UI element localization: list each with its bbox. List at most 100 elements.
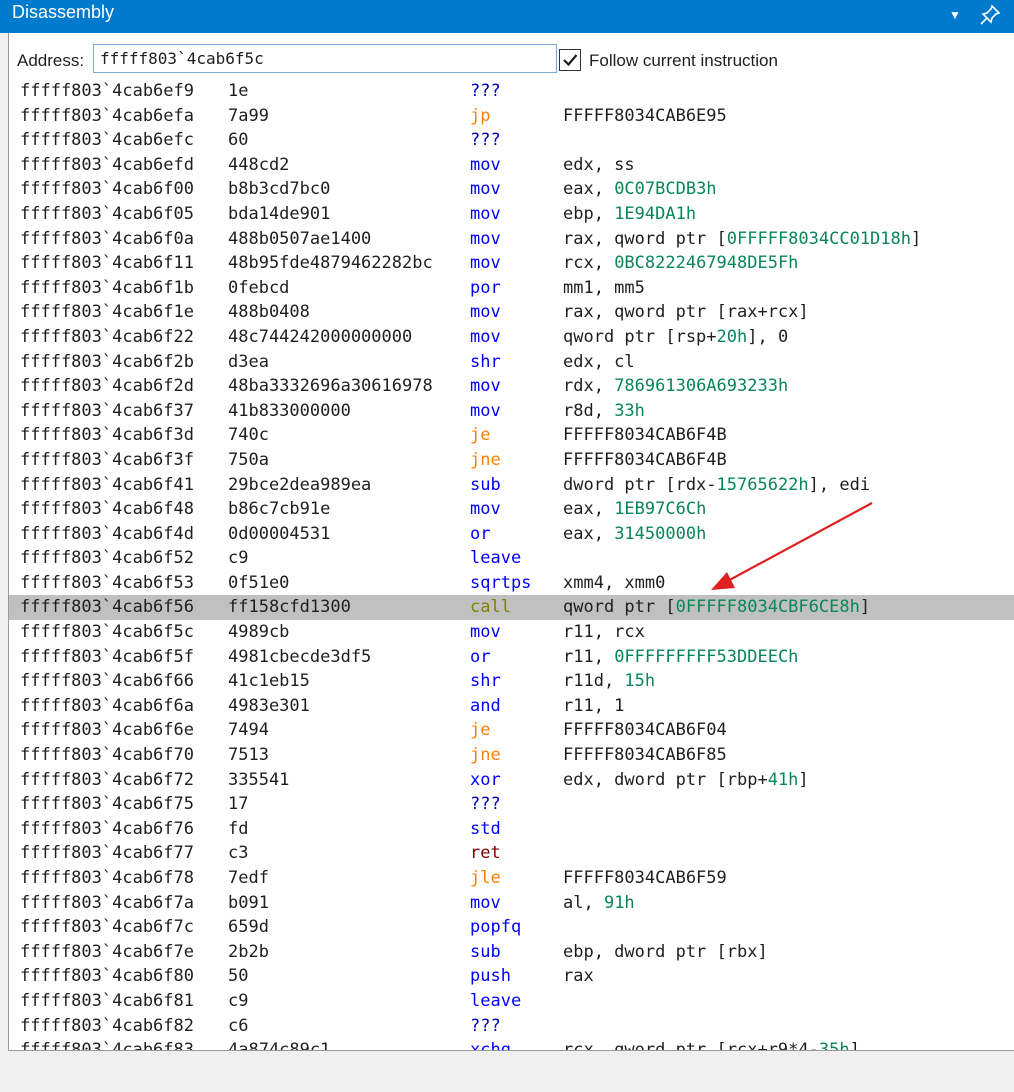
instruction-row[interactable]: fffff803`4cab6f37 41b833000000 mov r8d, 33h	[9, 399, 1014, 424]
operand-literal: 0FFFFFFFFF53DDEECh	[614, 646, 799, 667]
instruction-mnemonic: leave	[470, 990, 522, 1011]
instruction-row[interactable]: fffff803`4cab6f0a 488b0507ae1400 mov rax, q…	[9, 227, 1014, 252]
chevron-down-icon[interactable]: ▼	[944, 4, 966, 26]
instruction-row[interactable]: fffff803`4cab6f2b d3ea shr edx, cl	[9, 350, 1014, 375]
instruction-bytes: b8b3cd7bc0	[228, 179, 331, 200]
instruction-row[interactable]: fffff803`4cab6f22 48c744242000000000 mov qw…	[9, 325, 1014, 350]
instruction-row[interactable]: fffff803`4cab6f7c 659d popfq	[9, 915, 1014, 940]
instruction-row[interactable]: fffff803`4cab6f78 7edf jle FFFFF8034CAB6F59	[9, 866, 1014, 891]
operand-text: eax,	[563, 179, 615, 200]
instruction-row[interactable]: fffff803`4cab6f53 0f51e0 sqrtps xmm4, xmm0	[9, 571, 1014, 596]
operand-text: al,	[563, 892, 604, 913]
follow-current-instruction-checkbox[interactable]	[559, 49, 581, 71]
instruction-address: fffff803`4cab6f2d	[20, 376, 194, 397]
instruction-bytes: bda14de901	[228, 203, 331, 224]
instruction-operands: qword ptr [rsp+20h], 0	[563, 325, 788, 350]
current-instruction-row[interactable]: fffff803`4cab6f56 ff158cfd1300 call qword p…	[9, 595, 1014, 621]
instruction-mnemonic: call	[470, 597, 511, 618]
operand-literal: 15h	[624, 671, 656, 692]
pin-icon[interactable]	[978, 3, 1002, 27]
address-input[interactable]	[93, 44, 557, 73]
instruction-row[interactable]: fffff803`4cab6f4d 0d00004531 or eax, 314500…	[9, 522, 1014, 547]
instruction-row[interactable]: fffff803`4cab6f3d 740c je FFFFF8034CAB6F4B	[9, 423, 1014, 448]
instruction-mnemonic: ???	[470, 81, 501, 101]
instruction-row[interactable]: fffff803`4cab6f05 bda14de901 mov ebp, 1E94D…	[9, 202, 1014, 227]
instruction-row[interactable]: fffff803`4cab6f81 c9 leave	[9, 989, 1014, 1014]
instruction-mnemonic: popfq	[470, 917, 522, 938]
instruction-row[interactable]: fffff803`4cab6f2d 48ba3332696a30616978 mov…	[9, 374, 1014, 399]
instruction-mnemonic: and	[470, 695, 501, 716]
instruction-row[interactable]: fffff803`4cab6f72 335541 xor edx, dword ptr…	[9, 768, 1014, 793]
instruction-row[interactable]: fffff803`4cab6f77 c3 ret	[9, 841, 1014, 866]
instruction-row[interactable]: fffff803`4cab6efa 7a99 jp FFFFF8034CAB6E95	[9, 104, 1014, 129]
instruction-row[interactable]: fffff803`4cab6f76 fd std	[9, 817, 1014, 842]
instruction-operands: qword ptr [0FFFFF8034CBF6CE8h]	[563, 595, 870, 620]
operand-literal: 0FFFFF8034CBF6CE8h	[675, 597, 860, 618]
operand-literal: 33h	[614, 400, 645, 421]
instruction-bytes: c6	[228, 1015, 249, 1036]
instruction-row[interactable]: fffff803`4cab6f5f 4981cbecde3df5 or r11, 0F…	[9, 645, 1014, 670]
instruction-operands: r11, 0FFFFFFFFF53DDEECh	[563, 645, 798, 670]
operand-literal: 41h	[767, 769, 799, 790]
operand-literal: 786961306A693233h	[614, 376, 789, 397]
instruction-row[interactable]: fffff803`4cab6f66 41c1eb15 shr r11d, 15h	[9, 669, 1014, 694]
disassembly-listing[interactable]: fffff803`4cab6ef9 1e??? fffff803`4cab6efa 7…	[9, 79, 1014, 1051]
instruction-operands: r11, rcx	[563, 620, 645, 645]
instruction-bytes: 4983e301	[228, 695, 310, 716]
operand-text: ]	[859, 597, 871, 618]
instruction-mnemonic: mov	[470, 179, 501, 200]
operand-text: dword ptr [rdx-	[563, 474, 717, 495]
instruction-row[interactable]: fffff803`4cab6efd 448cd2 mov edx, ss	[9, 153, 1014, 178]
instruction-bytes: 4989cb	[228, 622, 290, 643]
instruction-bytes: 659d	[228, 917, 269, 938]
window-title: Disassembly	[12, 2, 115, 22]
instruction-operands: edx, ss	[563, 153, 635, 178]
operand-text: r8d,	[563, 400, 615, 421]
instruction-bytes: 4a874c89c1	[228, 1040, 331, 1051]
instruction-row[interactable]: fffff803`4cab6f52 c9 leave	[9, 546, 1014, 571]
instruction-mnemonic: jne	[470, 745, 501, 766]
instruction-row[interactable]: fffff803`4cab6f7e 2b2b sub ebp, dword ptr […	[9, 940, 1014, 965]
instruction-address: fffff803`4cab6f76	[20, 818, 194, 839]
operand-text: edx, dword ptr [rbp+	[563, 769, 768, 790]
instruction-row[interactable]: fffff803`4cab6f48 b86c7cb91e mov eax, 1EB97…	[9, 497, 1014, 522]
instruction-bytes: 488b0408	[228, 302, 310, 323]
instruction-row[interactable]: fffff803`4cab6f1e 488b0408 mov rax, qword p…	[9, 300, 1014, 325]
instruction-row[interactable]: fffff803`4cab6f83 4a874c89c1 xchg rcx, qwor…	[9, 1038, 1014, 1051]
instruction-address: fffff803`4cab6f6a	[20, 695, 194, 716]
operand-text: FFFFF8034CAB6E95	[563, 105, 727, 126]
instruction-address: fffff803`4cab6f37	[20, 400, 194, 421]
instruction-operands: rax	[563, 964, 594, 989]
instruction-row[interactable]: fffff803`4cab6f5c 4989cb mov r11, rcx	[9, 620, 1014, 645]
instruction-row[interactable]: fffff803`4cab6f3f 750a jne FFFFF8034CAB6F4B	[9, 448, 1014, 473]
instruction-mnemonic: sub	[470, 941, 501, 962]
instruction-row[interactable]: fffff803`4cab6f82 c6???	[9, 1014, 1014, 1039]
instruction-bytes: 488b0507ae1400	[228, 228, 372, 249]
instruction-mnemonic: por	[470, 277, 501, 298]
instruction-row[interactable]: fffff803`4cab6ef9 1e???	[9, 79, 1014, 104]
instruction-row[interactable]: fffff803`4cab6efc 60???	[9, 128, 1014, 153]
instruction-bytes: 60	[228, 130, 249, 151]
instruction-row[interactable]: fffff803`4cab6f00 b8b3cd7bc0 mov eax, 0C07B…	[9, 177, 1014, 202]
instruction-address: fffff803`4cab6ef9	[20, 81, 194, 101]
instruction-mnemonic: shr	[470, 671, 501, 692]
instruction-operands: rdx, 786961306A693233h	[563, 374, 788, 399]
instruction-operands: rcx, 0BC8222467948DE5Fh	[563, 251, 798, 276]
instruction-address: fffff803`4cab6f48	[20, 499, 194, 520]
instruction-row[interactable]: fffff803`4cab6f11 48b95fde4879462282bc mov…	[9, 251, 1014, 276]
instruction-row[interactable]: fffff803`4cab6f6a 4983e301 and r11, 1	[9, 694, 1014, 719]
operand-text: mm1, mm5	[563, 277, 645, 298]
instruction-row[interactable]: fffff803`4cab6f1b 0febcd por mm1, mm5	[9, 276, 1014, 301]
instruction-mnemonic: mov	[470, 203, 501, 224]
instruction-operands: FFFFF8034CAB6F04	[563, 718, 727, 743]
instruction-bytes: b091	[228, 892, 269, 913]
instruction-row[interactable]: fffff803`4cab6f6e 7494 je FFFFF8034CAB6F04	[9, 718, 1014, 743]
instruction-mnemonic: std	[470, 818, 501, 839]
instruction-row[interactable]: fffff803`4cab6f7a b091 mov al, 91h	[9, 891, 1014, 916]
instruction-bytes: b86c7cb91e	[228, 499, 331, 520]
instruction-row[interactable]: fffff803`4cab6f41 29bce2dea989ea sub dword …	[9, 473, 1014, 498]
instruction-row[interactable]: fffff803`4cab6f80 50 push rax	[9, 964, 1014, 989]
instruction-row[interactable]: fffff803`4cab6f75 17???	[9, 792, 1014, 817]
instruction-row[interactable]: fffff803`4cab6f70 7513 jne FFFFF8034CAB6F85	[9, 743, 1014, 768]
operand-text: r11d,	[563, 671, 625, 692]
